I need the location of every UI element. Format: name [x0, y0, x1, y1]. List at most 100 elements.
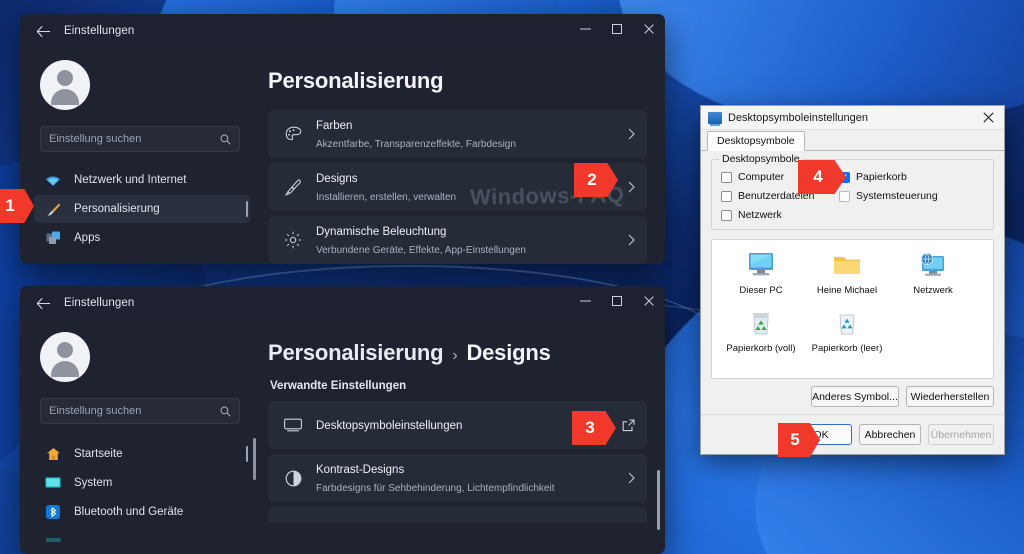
card-title: Farben — [316, 119, 353, 132]
cancel-button[interactable]: Abbrechen — [859, 424, 921, 445]
contrast-icon — [282, 470, 304, 487]
breadcrumb-parent[interactable]: Personalisierung — [268, 340, 444, 366]
preview-item-recycle-full[interactable]: Papierkorb (voll) — [718, 306, 804, 354]
back-arrow-icon[interactable] — [28, 16, 58, 46]
settings-window-personalization[interactable]: Einstellungen Einstellung suchen Netzwer… — [20, 14, 665, 264]
button-label: Anderes Symbol... — [812, 390, 898, 403]
search-input[interactable] — [40, 398, 240, 424]
sidebar-item-system[interactable]: System — [34, 469, 250, 497]
chevron-right-icon[interactable] — [620, 234, 635, 246]
sidebar-item-partial[interactable] — [34, 527, 250, 554]
step-number: 3 — [585, 418, 595, 437]
window-title: Einstellungen — [64, 25, 135, 37]
window-title: Einstellungen — [64, 297, 135, 309]
checkbox-label: Netzwerk — [738, 209, 782, 221]
card-text: Dynamische Beleuchtung Verbundene Geräte… — [316, 222, 620, 259]
sidebar-item-label: Netzwerk und Internet — [74, 174, 187, 186]
minimize-button[interactable] — [569, 14, 601, 44]
preview-item-network[interactable]: Netzwerk — [890, 248, 976, 296]
apply-button: Übernehmen — [928, 424, 994, 445]
sidebar-item-partial[interactable] — [34, 253, 250, 264]
step-number: 2 — [587, 170, 597, 189]
card-dynamische-beleuchtung[interactable]: Dynamische Beleuchtung Verbundene Geräte… — [268, 216, 647, 264]
sidebar-scrollbar-thumb[interactable] — [253, 438, 256, 480]
minimize-button[interactable] — [569, 286, 601, 316]
card-subtitle: Installieren, erstellen, verwalten — [316, 192, 457, 204]
checkbox-box[interactable] — [721, 209, 732, 221]
sidebar-item-netzwerk-und-internet[interactable]: Netzwerk und Internet — [34, 166, 250, 194]
icon-action-buttons: Anderes Symbol... Wiederherstellen — [711, 386, 994, 407]
maximize-button[interactable] — [601, 286, 633, 316]
card-kontrast-designs[interactable]: Kontrast-Designs Farbdesigns für Sehbehi… — [268, 454, 647, 502]
icon-preview-area[interactable]: Dieser PC Heine Michael Netzwerk Papierk… — [711, 239, 994, 379]
sidebar-item-bluetooth-und-geraete[interactable]: Bluetooth und Geräte — [34, 498, 250, 526]
preview-caption: Heine Michael — [816, 285, 878, 296]
card-subtitle: Farbdesigns für Sehbehinderung, Lichtemp… — [316, 483, 555, 495]
wiederherstellen-button[interactable]: Wiederherstellen — [906, 386, 994, 407]
card-title: Designs — [316, 172, 358, 185]
window-body: Netzwerk und Internet Personalisierung — [20, 48, 665, 264]
card-subtitle: Akzentfarbe, Transparenzeffekte, Farbdes… — [316, 139, 516, 151]
dialog-footer: OK Abbrechen Übernehmen — [701, 414, 1004, 454]
dialog-body: Desktopsymbole Computer Papierkorb Benut… — [701, 151, 1004, 438]
checkbox-netzwerk[interactable]: Netzwerk — [721, 209, 839, 221]
dialog-title: Desktopsymboleinstellungen — [728, 111, 869, 124]
avatar[interactable] — [40, 332, 90, 382]
card-farben[interactable]: Farben Akzentfarbe, Transparenzeffekte, … — [268, 110, 647, 158]
recycle-bin-empty-icon — [804, 306, 890, 340]
checkbox-box[interactable] — [721, 171, 732, 183]
checkbox-label: Papierkorb — [856, 171, 907, 183]
sidebar-item-personalisierung[interactable]: Personalisierung — [34, 195, 250, 223]
search-field[interactable] — [49, 405, 220, 417]
maximize-button[interactable] — [601, 14, 633, 44]
chevron-right-icon[interactable] — [620, 181, 635, 193]
paintbrush-icon — [44, 200, 62, 218]
paintbrush-icon — [282, 178, 304, 196]
card-text: Farben Akzentfarbe, Transparenzeffekte, … — [316, 116, 620, 153]
step-number: 5 — [790, 430, 800, 449]
checkbox-papierkorb[interactable]: Papierkorb — [839, 171, 984, 183]
anderes-symbol-button[interactable]: Anderes Symbol... — [811, 386, 899, 407]
chevron-right-icon[interactable] — [620, 128, 635, 140]
desktop-icons-group: Desktopsymbole Computer Papierkorb Benut… — [711, 153, 994, 230]
preview-item-this-pc[interactable]: Dieser PC — [718, 248, 804, 296]
button-label: Übernehmen — [930, 428, 992, 441]
sidebar-item-apps[interactable]: Apps — [34, 224, 250, 252]
search-input[interactable] — [40, 126, 240, 152]
sidebar-item-label: Apps — [74, 232, 101, 244]
bluetooth-icon — [44, 503, 62, 521]
card-text: Desktopsymboleinstellungen — [316, 416, 614, 435]
content-scrollbar-thumb[interactable] — [657, 470, 660, 530]
checkbox-box[interactable] — [721, 190, 732, 202]
sidebar-item-label: Bluetooth und Geräte — [74, 506, 184, 518]
preview-item-recycle-empty[interactable]: Papierkorb (leer) — [804, 306, 890, 354]
checkbox-box[interactable] — [839, 190, 850, 202]
chevron-right-icon[interactable] — [620, 472, 635, 484]
desktop-icon-settings-dialog[interactable]: Desktopsymboleinstellungen Desktopsymbol… — [700, 105, 1005, 455]
teal-icon — [44, 532, 62, 550]
tab-desktopsymbole[interactable]: Desktopsymbole — [707, 131, 805, 151]
card-partial[interactable] — [268, 507, 647, 523]
open-external-icon[interactable] — [614, 418, 635, 432]
card-title: Kontrast-Designs — [316, 463, 405, 476]
monitor-icon — [282, 418, 304, 432]
close-button[interactable] — [633, 286, 665, 316]
close-icon[interactable] — [972, 106, 1004, 130]
sidebar-item-startseite[interactable]: Startseite — [34, 440, 250, 468]
back-arrow-icon[interactable] — [28, 288, 58, 318]
desktop-root: Einstellungen Einstellung suchen Netzwer… — [0, 0, 1024, 554]
avatar[interactable] — [40, 60, 90, 110]
page-title: Personalisierung — [268, 68, 444, 93]
step-number: 1 — [5, 196, 15, 215]
checkbox-label: Systemsteuerung — [856, 190, 938, 202]
settings-window-designs[interactable]: Einstellungen Einstellung suchen Startse… — [20, 286, 665, 554]
preview-item-user-folder[interactable]: Heine Michael — [804, 248, 890, 296]
checkbox-systemsteuerung[interactable]: Systemsteuerung — [839, 190, 984, 202]
card-text: Kontrast-Designs Farbdesigns für Sehbehi… — [316, 460, 620, 497]
window-titlebar: Einstellungen — [20, 14, 665, 48]
step-number: 4 — [813, 167, 823, 186]
dialog-tabstrip: Desktopsymbole — [701, 130, 1004, 151]
recycle-bin-full-icon — [718, 306, 804, 340]
search-field[interactable] — [49, 133, 220, 145]
close-button[interactable] — [633, 14, 665, 44]
